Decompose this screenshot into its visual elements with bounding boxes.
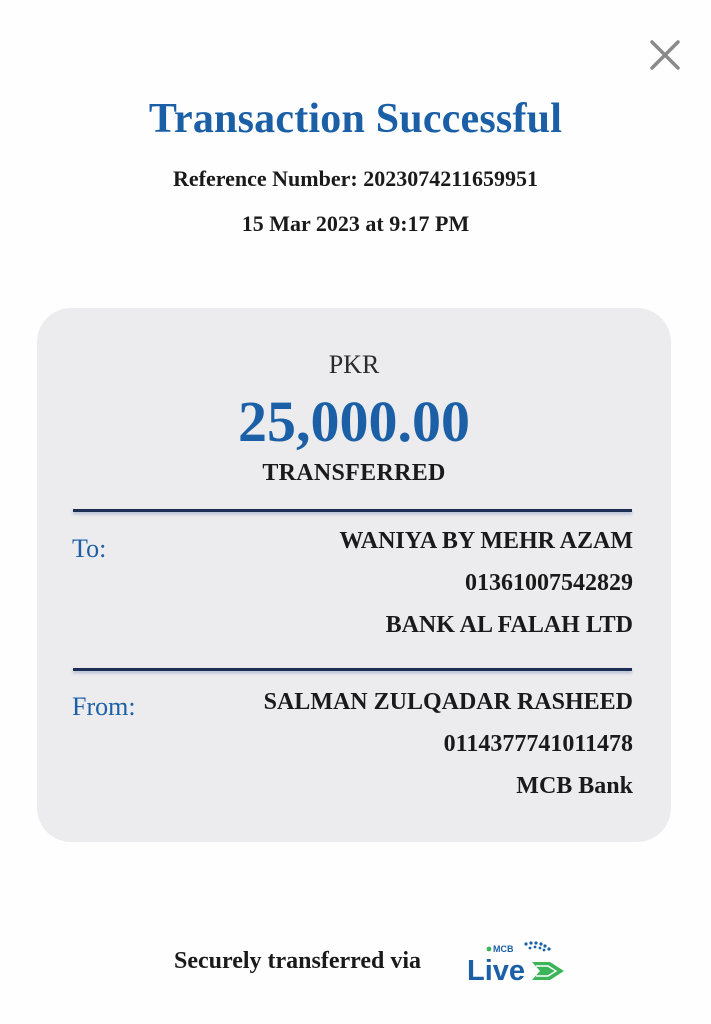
page-title: Transaction Successful — [148, 96, 563, 142]
logo-word: Live — [467, 955, 525, 986]
sender-bank: MCB Bank — [516, 773, 633, 799]
reference-number: Reference Number: 2023074211659951 — [173, 166, 538, 191]
recipient-account: 01361007542829 — [465, 570, 633, 596]
to-label: To: — [72, 534, 107, 563]
transfer-status: TRANSFERRED — [262, 460, 446, 486]
from-label: From: — [72, 692, 136, 721]
currency-label: PKR — [328, 350, 380, 379]
mcb-live-logo: MCB Live — [466, 938, 566, 987]
amount-value: 25,000.00 — [238, 389, 470, 454]
transaction-datetime: 15 Mar 2023 at 9:17 PM — [241, 211, 470, 236]
sender-account: 0114377741011478 — [443, 731, 633, 757]
divider — [73, 509, 632, 512]
sender-name: SALMAN ZULQADAR RASHEED — [263, 689, 633, 715]
footer-text: Securely transferred via — [174, 948, 422, 974]
logo-badge: MCB — [493, 944, 514, 954]
divider — [73, 668, 632, 671]
recipient-name: WANIYA BY MEHR AZAM — [339, 528, 633, 554]
recipient-bank: BANK AL FALAH LTD — [385, 612, 633, 638]
transaction-receipt: Transaction Successful Reference Number:… — [0, 0, 711, 1024]
transaction-details-card: PKR 25,000.00 TRANSFERRED To: WANIYA BY … — [37, 308, 671, 842]
close-icon[interactable] — [646, 36, 684, 74]
